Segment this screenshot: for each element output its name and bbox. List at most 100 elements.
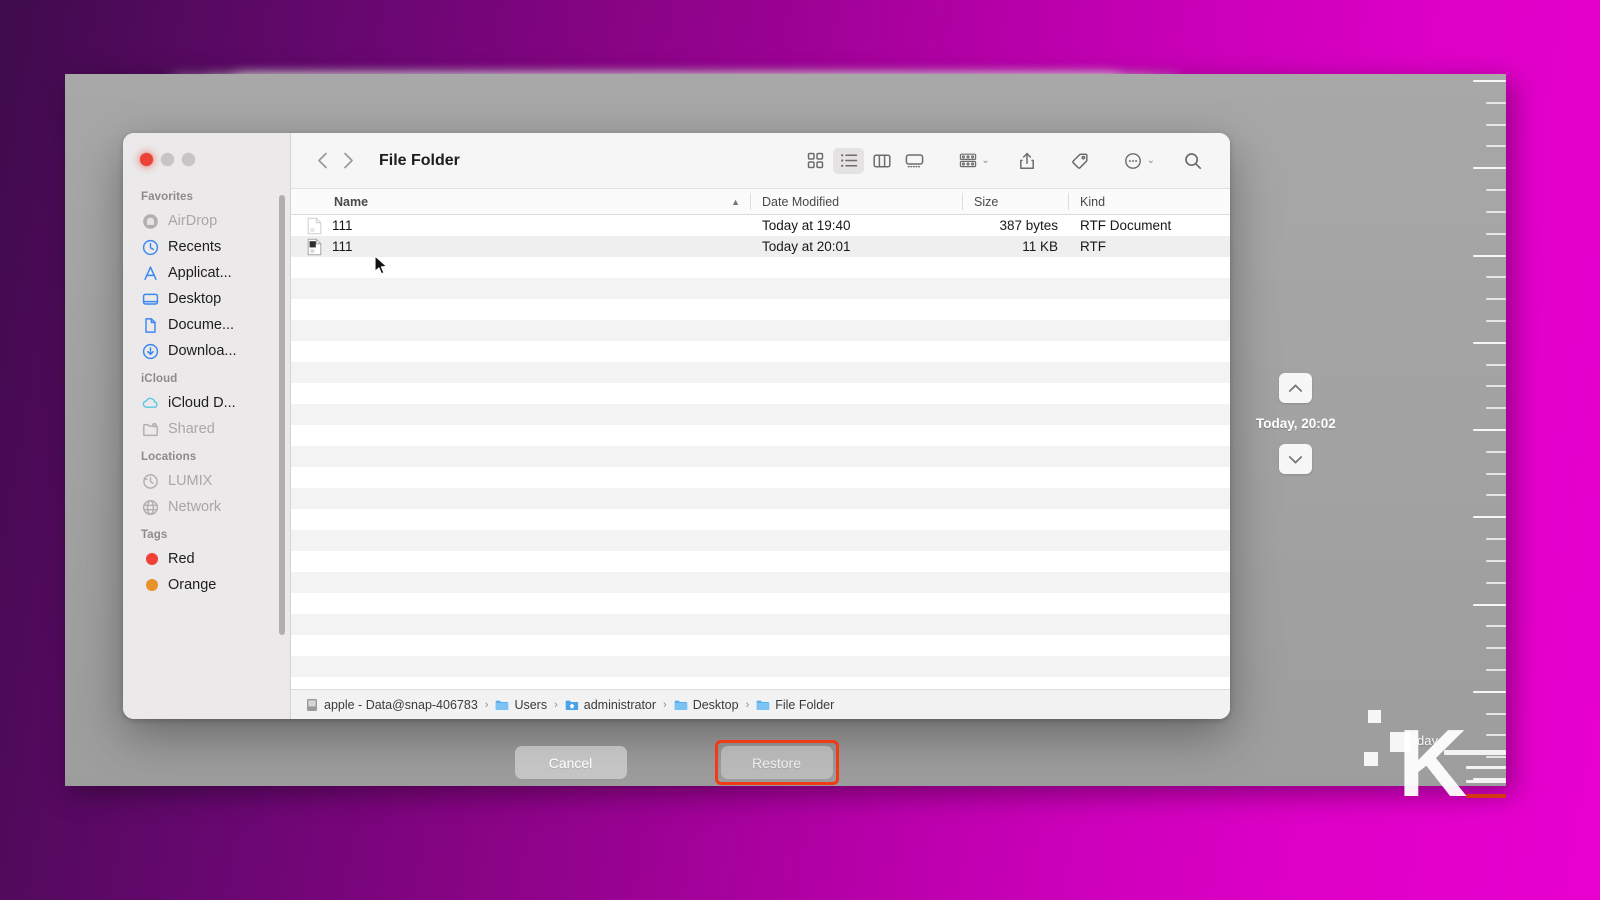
timeline-tick[interactable] [1473, 603, 1506, 606]
timeline-up-button[interactable] [1279, 373, 1313, 403]
close-button[interactable] [140, 153, 153, 166]
restore-button[interactable]: Restore [720, 746, 833, 779]
timeline-tick[interactable] [1486, 472, 1506, 475]
sidebar-item-downloa[interactable]: Downloa... [123, 338, 290, 364]
sidebar-item-shared[interactable]: Shared [123, 416, 290, 442]
minimize-button[interactable] [161, 153, 174, 166]
sidebar-item-desktop[interactable]: Desktop [123, 286, 290, 312]
sidebar-item-lumix[interactable]: LUMIX [123, 468, 290, 494]
timeline-tick[interactable] [1486, 625, 1506, 628]
timeline-tick[interactable] [1486, 668, 1506, 671]
breadcrumb[interactable]: administrator [565, 698, 656, 712]
share-button[interactable] [1012, 148, 1043, 174]
group-by-icon[interactable] [952, 148, 983, 174]
timeline-tick[interactable] [1486, 232, 1506, 235]
timeline-tick[interactable] [1473, 254, 1506, 257]
timeline-tick[interactable] [1486, 407, 1506, 410]
timeline-marker-current[interactable] [1444, 750, 1506, 755]
breadcrumb[interactable]: apple - Data@snap-406783 [305, 698, 478, 712]
group-by-control[interactable]: ⌄ [952, 148, 990, 174]
timeline-tick[interactable] [1486, 298, 1506, 301]
sidebar-section-header-icloud: iCloud [141, 373, 178, 385]
timeline-marker-3[interactable] [1466, 780, 1506, 783]
timeline-tick[interactable] [1486, 647, 1506, 650]
window-controls [123, 141, 290, 182]
shared-folder-icon [141, 420, 159, 438]
more-actions-control[interactable]: ⌄ [1118, 148, 1155, 174]
column-header-kind[interactable]: Kind [1068, 189, 1230, 214]
sidebar-item-applicat[interactable]: Applicat... [123, 260, 290, 286]
tag-button[interactable] [1065, 148, 1096, 174]
icon-view-button[interactable] [800, 148, 831, 174]
timeline-tick[interactable] [1486, 581, 1506, 584]
timeline-tick[interactable] [1486, 363, 1506, 366]
column-view-button[interactable] [866, 148, 897, 174]
list-view-button[interactable] [833, 147, 865, 174]
timeline-down-button[interactable] [1279, 444, 1313, 474]
gallery-view-button[interactable] [899, 148, 930, 174]
timeline-tick[interactable] [1486, 319, 1506, 322]
sidebar-section-header-locations: Locations [141, 451, 197, 463]
timeline-tick[interactable] [1486, 145, 1506, 148]
timeline-tick[interactable] [1486, 494, 1506, 497]
breadcrumb[interactable]: Desktop [674, 698, 739, 712]
timeline-ruler[interactable] [1466, 74, 1506, 786]
sidebar-item-label: LUMIX [168, 473, 213, 489]
home-folder-icon [565, 698, 579, 712]
timeline-bottom-markers[interactable] [1434, 750, 1506, 798]
sidebar-section-header-favorites: Favorites [141, 191, 194, 203]
timeline-tick[interactable] [1486, 123, 1506, 126]
breadcrumb[interactable]: File Folder [756, 698, 834, 712]
table-row[interactable]: 111 Today at 19:40 387 bytes RTF Document [291, 215, 1230, 236]
timeline-tick[interactable] [1486, 559, 1506, 562]
sidebar-item-docume[interactable]: Docume... [123, 312, 290, 338]
more-chevron-down-icon[interactable]: ⌄ [1147, 155, 1155, 166]
back-button[interactable] [309, 148, 335, 174]
sidebar-item-network[interactable]: Network [123, 494, 290, 520]
timeline-tick[interactable] [1486, 276, 1506, 279]
table-row[interactable]: 111 Today at 20:01 11 KB RTF [291, 236, 1230, 257]
cancel-button[interactable]: Cancel [514, 746, 627, 779]
empty-list-row [291, 467, 1230, 488]
maximize-button[interactable] [182, 153, 195, 166]
sidebar-item-orange[interactable]: Orange [123, 572, 290, 598]
empty-list-row [291, 320, 1230, 341]
timeline-marker-2[interactable] [1466, 766, 1506, 769]
column-header-date-modified[interactable]: Date Modified [750, 189, 962, 214]
clock-icon [141, 238, 159, 256]
timeline-tick[interactable] [1473, 429, 1506, 431]
view-mode-group [800, 147, 930, 174]
timeline-tick[interactable] [1486, 101, 1506, 104]
timeline-tick[interactable] [1486, 189, 1506, 192]
timeline-tick[interactable] [1473, 341, 1506, 344]
sidebar-item-recents[interactable]: Recents [123, 234, 290, 260]
timeline-tick[interactable] [1473, 167, 1506, 170]
column-header-size[interactable]: Size [962, 189, 1068, 214]
timeline-tick[interactable] [1486, 538, 1506, 541]
timeline-tick[interactable] [1473, 516, 1506, 519]
empty-list-row [291, 635, 1230, 656]
empty-list-row [291, 425, 1230, 446]
forward-button[interactable] [335, 148, 361, 174]
timeline-tick[interactable] [1486, 450, 1506, 453]
group-by-chevron-down-icon[interactable]: ⌄ [981, 155, 989, 166]
file-kind-cell: RTF Document [1080, 218, 1172, 233]
sidebar-item-icloud-d[interactable]: iCloud D... [123, 390, 290, 416]
timeline-tick[interactable] [1486, 210, 1506, 213]
timeline-tick[interactable] [1473, 690, 1506, 693]
more-ellipsis-icon[interactable] [1118, 148, 1149, 174]
column-header-name[interactable]: Name ▲ [291, 189, 750, 214]
sidebar-scrollbar[interactable] [279, 195, 285, 635]
timeline-marker-oldest[interactable] [1466, 794, 1506, 798]
page-title: File Folder [379, 151, 460, 169]
search-icon[interactable] [1177, 148, 1208, 174]
empty-list-row [291, 446, 1230, 467]
sidebar-item-airdrop[interactable]: AirDrop [123, 208, 290, 234]
file-name-label: 111 [332, 239, 353, 254]
breadcrumb[interactable]: Users [495, 698, 547, 712]
sidebar-item-red[interactable]: Red [123, 546, 290, 572]
timeline-tick[interactable] [1473, 80, 1506, 82]
timeline-tick[interactable] [1486, 712, 1506, 715]
timeline-tick[interactable] [1486, 734, 1506, 737]
timeline-tick[interactable] [1486, 385, 1506, 388]
